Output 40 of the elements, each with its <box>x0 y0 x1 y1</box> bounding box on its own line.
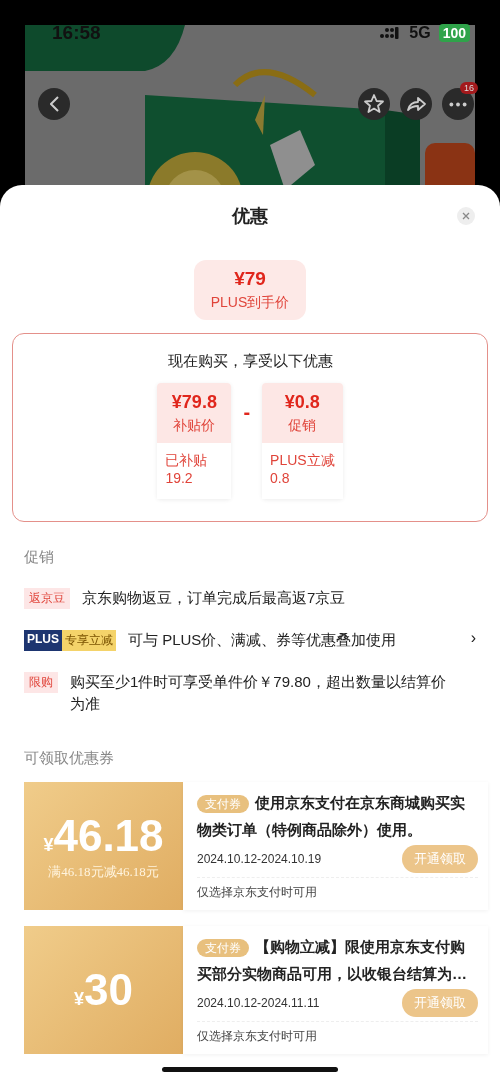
card-label: 促销 <box>288 416 317 435</box>
coupon-date: 2024.10.12-2024.11.11 <box>197 996 320 1010</box>
coupon-amount: ¥30 <box>74 965 133 1015</box>
coupon-description: 支付券 使用京东支付在京东商城购买实物类订单（特例商品除外）使用。 <box>197 793 466 840</box>
card-detail-value: 19.2 <box>165 469 194 487</box>
more-icon <box>449 101 467 107</box>
back-icon <box>49 96 59 112</box>
coupon-amount: ¥46.18 <box>43 811 164 861</box>
claim-button[interactable]: 开通领取 <box>402 989 478 1017</box>
chevron-icon[interactable]: › <box>470 629 476 647</box>
promo-tag: 限购 <box>24 672 58 693</box>
card-detail: 已补贴 <box>165 451 209 469</box>
coupon-condition: 满46.18元减46.18元 <box>48 863 159 881</box>
promo-text: 购买至少1件时可享受单件价￥79.80，超出数量以结算价为准 <box>70 672 446 714</box>
network-label: 5G <box>409 24 431 42</box>
close-icon <box>461 211 471 221</box>
card-detail: PLUS立减 <box>270 451 335 469</box>
claim-button[interactable]: 开通领取 <box>402 845 478 873</box>
promo-text: 可与 PLUS价、满减、券等优惠叠加使用 <box>128 630 398 650</box>
section-heading: 可领取优惠券 <box>24 749 115 768</box>
close-button[interactable] <box>457 207 475 225</box>
coupon-date: 2024.10.12-2024.10.19 <box>197 852 322 866</box>
coupon-note: 仅选择京东支付时可用 <box>197 877 478 901</box>
card-label: 补贴价 <box>173 416 216 435</box>
sheet-title: 优惠 <box>232 205 268 228</box>
final-price: ¥79 <box>234 268 266 290</box>
signal-icon <box>379 26 402 40</box>
minus-sign: - <box>243 401 251 424</box>
section-heading: 促销 <box>24 548 55 567</box>
card-detail-value: 0.8 <box>270 469 291 487</box>
battery-indicator: 100 <box>438 24 470 42</box>
price-label: PLUS到手价 <box>210 294 290 312</box>
breakdown-heading: 现在购买，享受以下优惠 <box>167 352 333 371</box>
coupon-description: 支付券 【购物立减】限使用京东支付购买部分实物商品可用，以收银台结算为… <box>197 937 468 984</box>
promo-text: 京东购物返豆，订单完成后最高返7京豆 <box>82 588 347 608</box>
coupon-note: 仅选择京东支付时可用 <box>197 1021 478 1045</box>
status-time: 16:58 <box>52 22 101 44</box>
card-price: ¥0.8 <box>284 391 320 413</box>
promo-tag: 返京豆 <box>24 588 70 609</box>
card-price: ¥79.8 <box>171 391 217 413</box>
